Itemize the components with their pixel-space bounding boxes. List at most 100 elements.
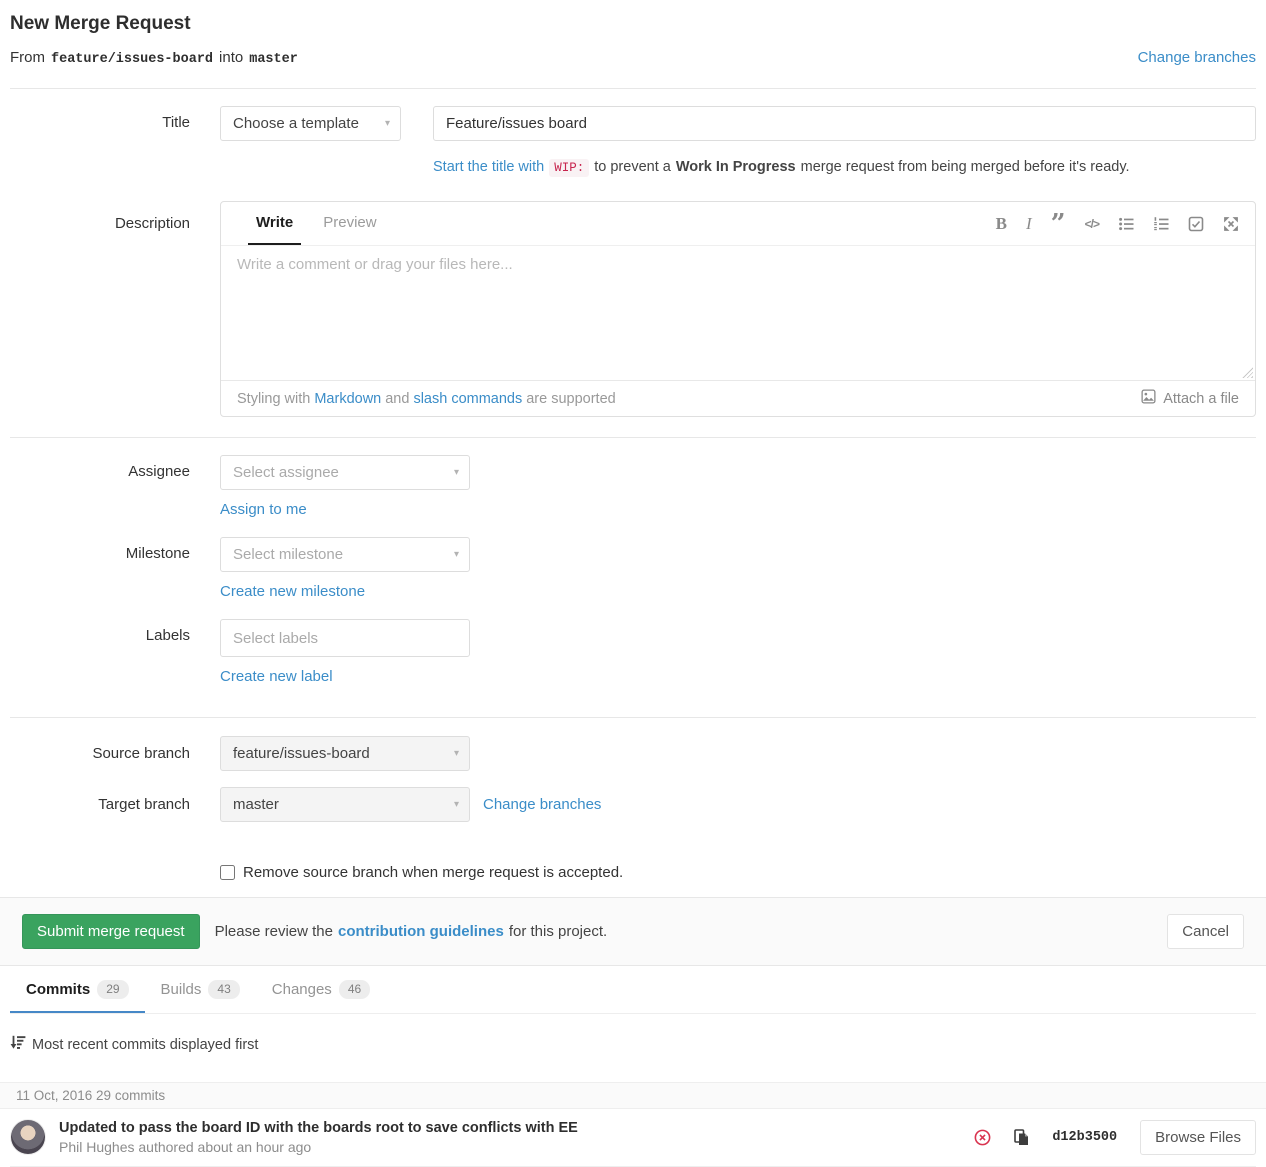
milestone-select[interactable]: Select milestone ▾ [220, 537, 470, 572]
description-row: Description Write Preview B I ” </> [10, 201, 1256, 417]
wip-hint-bold: Work In Progress [676, 159, 796, 175]
tab-commits[interactable]: Commits 29 [10, 966, 145, 1013]
commit-sort-note: Most recent commits displayed first [10, 1035, 1256, 1054]
title-input[interactable] [433, 106, 1256, 141]
target-branch-select-value: master [233, 796, 279, 813]
markdown-link[interactable]: Markdown [314, 391, 381, 407]
review-note: Please review the contribution guideline… [215, 923, 608, 940]
target-branch-name: master [249, 52, 298, 67]
wip-hint: Start the title with WIP: to prevent a W… [433, 159, 1256, 177]
tab-changes[interactable]: Changes 46 [256, 966, 386, 1013]
numbered-list-icon[interactable] [1153, 216, 1169, 232]
description-textarea[interactable] [221, 246, 1255, 380]
chevron-down-icon: ▾ [454, 467, 459, 478]
wip-hint-rest: merge request from being merged before i… [801, 159, 1130, 175]
source-branch-name: feature/issues-board [51, 52, 213, 67]
markdown-editor-header: Write Preview B I ” </> [221, 202, 1255, 246]
commit-text: Updated to pass the board ID with the bo… [59, 1120, 578, 1155]
tab-commits-label: Commits [26, 981, 90, 998]
title-row: Title Choose a template ▾ [10, 106, 1256, 141]
assignee-select-value: Select assignee [233, 464, 339, 481]
labels-input[interactable] [220, 619, 470, 657]
from-label: From [10, 49, 45, 66]
fullscreen-icon[interactable] [1223, 216, 1239, 232]
description-editor-area [221, 246, 1255, 380]
tab-preview[interactable]: Preview [315, 202, 384, 245]
tab-write[interactable]: Write [248, 202, 301, 245]
markdown-footer: Styling with Markdown and slash commands… [221, 380, 1255, 416]
assignee-select[interactable]: Select assignee ▾ [220, 455, 470, 490]
source-branch-select-value: feature/issues-board [233, 745, 370, 762]
cancel-button[interactable]: Cancel [1167, 914, 1244, 949]
chevron-down-icon: ▾ [454, 549, 459, 560]
branch-summary: From feature/issues-board into master [10, 49, 298, 67]
page-title: New Merge Request [10, 13, 1256, 35]
contribution-guidelines-link[interactable]: contribution guidelines [338, 923, 504, 940]
labels-label: Labels [10, 619, 220, 717]
assignee-row: Assignee Select assignee ▾ Assign to me [10, 455, 1256, 537]
attach-file-label: Attach a file [1163, 391, 1239, 407]
template-select-value: Choose a template [233, 115, 359, 132]
commit-row: Updated to pass the board ID with the bo… [10, 1109, 1256, 1167]
browse-files-button[interactable]: Browse Files [1140, 1120, 1256, 1155]
chevron-down-icon: ▾ [454, 799, 459, 810]
commit-title[interactable]: Updated to pass the board ID with the bo… [59, 1120, 578, 1136]
sort-amount-desc-icon [10, 1035, 26, 1054]
branch-summary-row: From feature/issues-board into master Ch… [10, 49, 1256, 67]
change-branches-link-inline[interactable]: Change branches [483, 796, 601, 813]
wip-code: WIP: [549, 159, 589, 177]
source-branch-label: Source branch [10, 745, 220, 762]
chevron-down-icon: ▾ [385, 118, 390, 129]
changes-count-badge: 46 [339, 980, 370, 999]
support-note-and: and [385, 391, 409, 407]
create-new-milestone-link[interactable]: Create new milestone [220, 583, 365, 600]
milestone-row: Milestone Select milestone ▾ Create new … [10, 537, 1256, 619]
title-label: Title [10, 106, 220, 141]
merge-request-tabs: Commits 29 Builds 43 Changes 46 [10, 966, 1256, 1014]
source-branch-row: Source branch feature/issues-board ▾ [10, 736, 1256, 771]
bold-icon[interactable]: B [996, 214, 1007, 234]
remove-source-branch-label: Remove source branch when merge request … [243, 864, 623, 881]
builds-count-badge: 43 [208, 980, 239, 999]
remove-source-branch-checkbox[interactable] [220, 865, 235, 880]
title-hint-row: Start the title with WIP: to prevent a W… [10, 149, 1256, 201]
template-select[interactable]: Choose a template ▾ [220, 106, 401, 141]
create-new-label-link[interactable]: Create new label [220, 668, 333, 685]
support-note-post: are supported [526, 391, 615, 407]
source-branch-select[interactable]: feature/issues-board ▾ [220, 736, 470, 771]
description-label: Description [10, 201, 220, 417]
target-branch-row: Target branch master ▾ Change branches [10, 787, 1256, 822]
tab-builds[interactable]: Builds 43 [145, 966, 256, 1013]
copy-sha-icon[interactable] [1014, 1129, 1029, 1146]
bulleted-list-icon[interactable] [1118, 216, 1134, 232]
quote-icon[interactable]: ” [1051, 217, 1066, 231]
attach-file-button[interactable]: Attach a file [1141, 389, 1239, 408]
wip-hint-link[interactable]: Start the title with [433, 159, 544, 175]
code-icon[interactable]: </> [1085, 217, 1099, 231]
commit-date-header: 11 Oct, 2016 29 commits [0, 1082, 1266, 1109]
new-merge-request-page: New Merge Request From feature/issues-bo… [0, 13, 1266, 1167]
divider [10, 88, 1256, 89]
milestone-label: Milestone [10, 537, 220, 619]
target-branch-label: Target branch [10, 796, 220, 813]
commit-sort-note-label: Most recent commits displayed first [32, 1037, 258, 1053]
commits-count-badge: 29 [97, 980, 128, 999]
ci-status-failed-icon[interactable] [974, 1129, 991, 1146]
italic-icon[interactable]: I [1026, 214, 1032, 234]
submit-merge-request-button[interactable]: Submit merge request [22, 914, 200, 949]
commit-sha[interactable]: d12b3500 [1052, 1130, 1117, 1145]
task-list-icon[interactable] [1188, 216, 1204, 232]
form-actions: Submit merge request Please review the c… [0, 897, 1266, 966]
meta-fields-section: Assignee Select assignee ▾ Assign to me … [10, 438, 1256, 717]
change-branches-link-top[interactable]: Change branches [1138, 49, 1256, 66]
assign-to-me-link[interactable]: Assign to me [220, 501, 307, 518]
chevron-down-icon: ▾ [454, 748, 459, 759]
review-note-post: for this project. [509, 923, 607, 940]
avatar[interactable] [10, 1119, 46, 1155]
target-branch-select[interactable]: master ▾ [220, 787, 470, 822]
remove-source-branch-row: Remove source branch when merge request … [10, 838, 1256, 897]
into-label: into [219, 49, 243, 66]
slash-commands-link[interactable]: slash commands [413, 391, 522, 407]
branch-section: Source branch feature/issues-board ▾ Tar… [10, 718, 1256, 897]
review-note-pre: Please review the [215, 923, 333, 940]
